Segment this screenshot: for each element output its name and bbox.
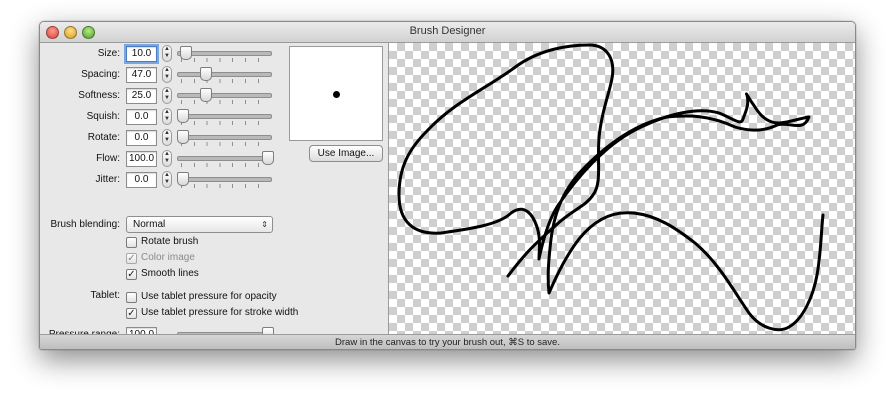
status-bar: Draw in the canvas to try your brush out…: [40, 334, 855, 349]
stepper-icon[interactable]: ▲ ▼: [162, 129, 172, 146]
brush-dot: [333, 91, 340, 98]
stepper-icon[interactable]: ▲ ▼: [162, 108, 172, 125]
window-title: Brush Designer: [409, 25, 486, 37]
checkmark-icon[interactable]: ✓: [126, 308, 137, 319]
slider-ticks: [181, 100, 268, 104]
stepper-icon[interactable]: ▲ ▼: [162, 87, 172, 104]
chevron-updown-icon: ⇕: [261, 220, 268, 229]
param-field[interactable]: 0.0: [126, 130, 157, 146]
tablet-width-label: Use tablet pressure for stroke width: [141, 307, 299, 318]
param-label: Rotate:: [87, 132, 120, 143]
checkmark-icon[interactable]: ✓: [126, 269, 137, 280]
param-field[interactable]: 100.0: [126, 151, 157, 167]
param-slider[interactable]: [177, 151, 274, 167]
drawing-canvas[interactable]: [389, 43, 855, 334]
checkmark-icon[interactable]: ✓: [126, 253, 137, 264]
param-slider[interactable]: [177, 67, 272, 83]
slider-knob[interactable]: [199, 88, 212, 102]
stepper-icon[interactable]: ▲ ▼: [162, 45, 172, 62]
stepper-icon[interactable]: ▲ ▼: [162, 66, 172, 83]
slider-knob[interactable]: [179, 46, 192, 60]
slider-knob[interactable]: [262, 151, 274, 165]
brush-stroke-svg: [397, 43, 825, 332]
stepper-icon[interactable]: ▲ ▼: [162, 171, 172, 188]
slider-track: [177, 156, 272, 161]
slider-track: [177, 114, 272, 119]
param-label: Flow:: [96, 153, 120, 164]
slider-track: [177, 135, 272, 140]
param-field[interactable]: 47.0: [126, 67, 157, 83]
slider-ticks: [181, 58, 268, 62]
smooth-lines-label: Smooth lines: [141, 268, 199, 279]
param-label: Jitter:: [95, 174, 120, 185]
rotate-brush-label: Rotate brush: [141, 236, 199, 247]
brush-blending-select[interactable]: Normal ⇕: [126, 216, 273, 233]
tablet-opacity-label: Use tablet pressure for opacity: [141, 291, 277, 302]
slider-ticks: [181, 184, 268, 188]
param-field[interactable]: 0.0: [126, 172, 157, 188]
slider-ticks: [181, 142, 268, 146]
checkbox-box[interactable]: [126, 237, 137, 248]
param-label: Softness:: [78, 90, 120, 101]
tablet-label: Tablet:: [90, 290, 120, 301]
slider-ticks: [181, 121, 268, 125]
param-field[interactable]: 0.0: [126, 109, 157, 125]
slider-knob[interactable]: [177, 130, 189, 144]
title-bar[interactable]: Brush Designer: [40, 22, 855, 43]
param-field[interactable]: 10.0: [124, 44, 159, 64]
param-label: Spacing:: [81, 69, 120, 80]
slider-track: [177, 177, 272, 182]
param-slider[interactable]: [177, 172, 272, 188]
use-image-button[interactable]: Use Image...: [309, 145, 383, 162]
param-label: Size:: [97, 48, 120, 59]
slider-ticks: [181, 79, 268, 83]
brush-stroke: [397, 43, 825, 332]
param-slider[interactable]: [177, 109, 272, 125]
checkbox-box[interactable]: [126, 292, 137, 303]
param-field[interactable]: 25.0: [126, 88, 157, 104]
slider-track: [177, 72, 272, 77]
brush-blending-value: Normal: [133, 219, 166, 230]
color-image-label: Color image: [141, 252, 195, 263]
slider-knob[interactable]: [177, 172, 189, 186]
brush-preview: [289, 46, 383, 141]
slider-ticks: [181, 163, 268, 167]
param-slider[interactable]: [177, 46, 272, 62]
stepper-icon[interactable]: ▲ ▼: [162, 150, 172, 167]
brush-designer-window: Brush Designer Size: 10.0 ▲ ▼ Spacing: 47.0 ▲…: [39, 21, 856, 350]
slider-knob[interactable]: [199, 67, 212, 81]
param-row-jitter: Jitter: 0.0 ▲ ▼: [40, 171, 388, 189]
param-label: Squish:: [86, 111, 120, 122]
slider-track: [177, 93, 272, 98]
param-slider[interactable]: [177, 88, 272, 104]
slider-knob[interactable]: [177, 109, 189, 123]
settings-panel: Size: 10.0 ▲ ▼ Spacing: 47.0 ▲ ▼ Softness: 25.0…: [40, 43, 388, 343]
brush-blending-label: Brush blending:: [50, 219, 121, 230]
param-slider[interactable]: [177, 130, 272, 146]
